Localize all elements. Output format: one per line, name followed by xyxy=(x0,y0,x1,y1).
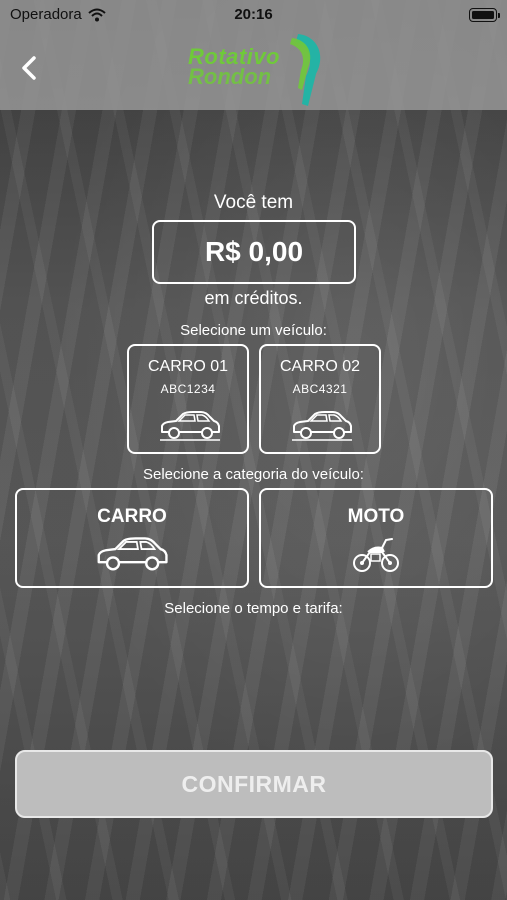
status-time: 20:16 xyxy=(234,6,273,23)
main-content: Você tem R$ 0,00 em créditos. Selecione … xyxy=(0,110,507,900)
credits-prefix: Você tem xyxy=(213,192,294,213)
car-icon xyxy=(160,411,220,441)
motorcycle-icon xyxy=(353,538,399,572)
battery-icon xyxy=(469,8,500,22)
credit-balance: R$ 0,00 xyxy=(152,220,356,284)
category-name: MOTO xyxy=(347,506,405,527)
category-name: CARRO xyxy=(97,506,167,527)
category-moto-button[interactable]: MOTO xyxy=(259,488,493,588)
vehicle-card-carro-01[interactable]: CARRO 01 ABC1234 xyxy=(127,344,249,454)
back-chevron-icon[interactable] xyxy=(16,52,44,84)
logo-line-2: Rondon xyxy=(188,64,272,89)
vehicle-card-carro-02[interactable]: CARRO 02 ABC4321 xyxy=(259,344,381,454)
credits-suffix: em créditos. xyxy=(204,288,303,308)
car-icon xyxy=(97,537,168,571)
vehicle-name: CARRO 01 xyxy=(147,358,229,375)
confirm-button[interactable]: CONFIRMAR xyxy=(15,750,493,818)
vehicle-plate: ABC1234 xyxy=(160,382,216,396)
app-logo: Rotativo Rondon xyxy=(180,30,330,110)
car-icon xyxy=(292,411,352,441)
vehicle-name: CARRO 02 xyxy=(279,358,361,375)
vehicle-plate: ABC4321 xyxy=(292,382,348,396)
select-category-label: Selecione a categoria do veículo: xyxy=(143,466,364,483)
select-vehicle-label: Selecione um veículo: xyxy=(180,322,327,339)
category-carro-button[interactable]: CARRO xyxy=(15,488,249,588)
select-time-tariff-label: Selecione o tempo e tarifa: xyxy=(164,600,343,617)
status-bar: Operadora 20:16 xyxy=(0,0,507,30)
